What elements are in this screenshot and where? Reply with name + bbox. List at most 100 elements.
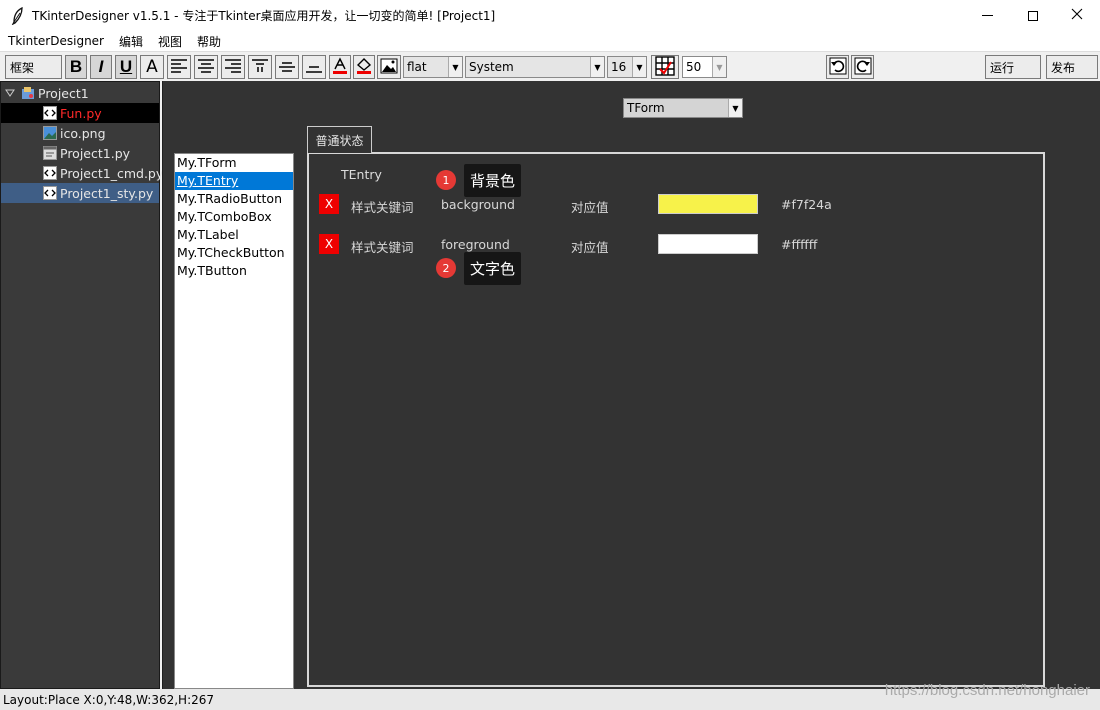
form-selector[interactable]: TForm ▼ [623,98,743,118]
frame-button[interactable]: 框架 [5,55,62,79]
publish-button[interactable]: 发布 [1046,55,1098,79]
menu-edit[interactable]: 编辑 [111,33,150,50]
panel-class-name: TEntry [341,167,382,182]
feather-icon [8,6,28,26]
font-button[interactable]: A [140,55,164,79]
menu-view[interactable]: 视图 [150,33,189,50]
form-file-icon [43,146,57,160]
window-title: TKinterDesigner v1.5.1 - 专注于Tkinter桌面应用开… [32,9,496,23]
align-bottom-button[interactable] [302,55,326,79]
align-middle-button[interactable] [275,55,299,79]
style-editor-workspace: TForm ▼ My.TForm My.TEntry My.TRadioButt… [162,81,1100,689]
align-center-button[interactable] [194,55,218,79]
tree-file-label: Project1_cmd.py [60,165,164,181]
relief-value: flat [407,60,427,74]
tree-file-ico[interactable]: ico.png [1,123,159,143]
list-item[interactable]: My.TComboBox [175,208,293,226]
undo-icon [829,57,847,78]
close-button[interactable] [1054,0,1100,31]
style-key: foreground [441,237,510,252]
toolbar: 框架 B I U A flat ▼ System ▼ 16 ▼ 50 ▼ 运行 … [0,51,1100,81]
align-right-button[interactable] [221,55,245,79]
title-bar: TKinterDesigner v1.5.1 - 专注于Tkinter桌面应用开… [0,0,1100,31]
tree-file-project1-sty[interactable]: Project1_sty.py [1,183,159,203]
font-family-select[interactable]: System ▼ [465,56,605,78]
align-top-button[interactable] [248,55,272,79]
tree-file-fun[interactable]: Fun.py [1,103,159,123]
tree-root-label: Project1 [38,85,89,101]
list-item[interactable]: My.TButton [175,262,293,280]
tree-file-label: Fun.py [60,105,102,121]
align-left-button[interactable] [167,55,191,79]
list-item[interactable]: My.TLabel [175,226,293,244]
redo-button[interactable] [851,55,874,79]
delete-style-button[interactable]: X [319,234,339,254]
python-file-icon [43,166,57,180]
close-icon [1071,8,1083,23]
redo-icon [854,57,872,78]
align-bottom-icon [305,58,323,77]
style-key-label: 样式关键词 [351,200,414,215]
align-left-icon [170,58,188,77]
background-image-button[interactable] [377,55,401,79]
style-value-label: 对应值 [571,240,609,255]
list-item[interactable]: My.TRadioButton [175,190,293,208]
italic-button[interactable]: I [90,55,112,79]
menu-help[interactable]: 帮助 [189,33,228,50]
annotation-badge: 2 [436,258,456,278]
tree-file-label: Project1_sty.py [60,185,154,201]
align-center-icon [197,58,215,77]
run-button[interactable]: 运行 [985,55,1041,79]
font-size-select[interactable]: 16 ▼ [607,56,647,78]
fill-color-button[interactable] [353,55,375,79]
align-right-icon [224,58,242,77]
tree-file-label: Project1.py [60,145,131,161]
python-file-icon [43,106,57,120]
underline-button[interactable]: U [115,55,137,79]
style-key: background [441,197,515,212]
text-color-icon [331,56,349,78]
color-swatch-background[interactable] [658,194,758,214]
watermark: https://blog.csdn.net/honghaier [884,682,1090,699]
layout-status: Layout:Place X:0,Y:48,W:362,H:267 [3,692,215,707]
tab-normal-state[interactable]: 普通状态 [307,126,372,153]
relief-select[interactable]: flat ▼ [403,56,463,78]
list-item[interactable]: My.TForm [175,154,293,172]
grid-toggle-button[interactable] [651,55,679,79]
tree-file-project1-cmd[interactable]: Project1_cmd.py [1,163,163,183]
style-class-list[interactable]: My.TForm My.TEntry My.TRadioButton My.TC… [174,153,294,689]
font-size-value: 16 [611,60,627,74]
tree-file-project1[interactable]: Project1.py [1,143,159,163]
font-family-value: System [469,60,514,74]
chevron-down-icon: ▼ [632,57,646,77]
grid-size-select[interactable]: 50 ▼ [682,56,727,78]
list-item[interactable]: My.TEntry [175,172,293,190]
menu-bar: TkinterDesigner 编辑 视图 帮助 [0,31,1100,51]
annotation-callout: 背景色 [464,164,522,197]
tree-root[interactable]: Project1 [1,83,159,103]
minimize-button[interactable] [964,0,1010,31]
maximize-button[interactable] [1010,0,1056,31]
grid-icon [655,55,675,79]
image-file-icon [43,126,57,140]
chevron-down-icon: ▼ [712,57,726,77]
style-key-label: 样式关键词 [351,240,414,255]
project-tree[interactable]: Project1 Fun.py ico.png Project1.py Proj… [0,81,163,689]
bold-button[interactable]: B [65,55,87,79]
style-value-label: 对应值 [571,200,609,215]
undo-button[interactable] [826,55,849,79]
annotation-badge: 1 [436,170,456,190]
maximize-icon [1028,10,1038,21]
menu-tkinterdesigner[interactable]: TkinterDesigner [0,34,111,48]
image-icon [380,57,398,78]
form-selector-value: TForm [627,101,665,115]
tree-file-label: ico.png [60,125,106,141]
color-swatch-foreground[interactable] [658,234,758,254]
list-item[interactable]: My.TCheckButton [175,244,293,262]
python-file-icon [43,186,57,200]
chevron-down-icon: ▼ [448,57,462,77]
project-folder-icon [21,86,35,100]
text-color-button[interactable] [329,55,351,79]
style-color-value: #ffffff [781,237,818,252]
delete-style-button[interactable]: X [319,194,339,214]
